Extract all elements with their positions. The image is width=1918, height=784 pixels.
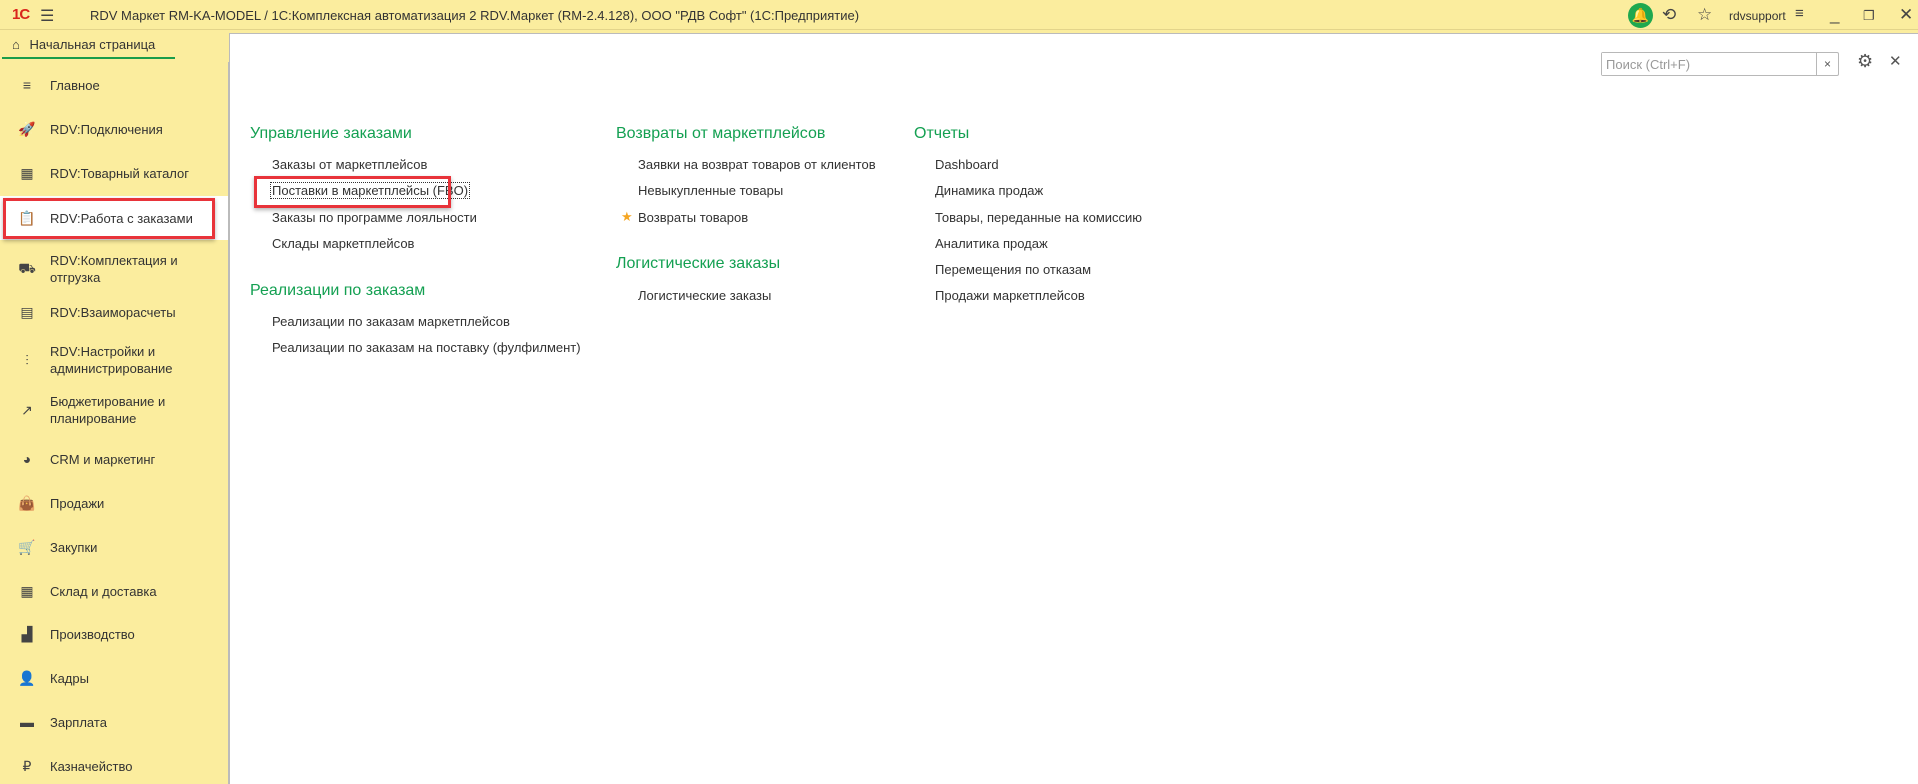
sidebar-item-main[interactable]: ≡ Главное: [0, 68, 228, 102]
gear-icon[interactable]: ⚙: [1857, 51, 1873, 72]
sidebar-item-connections[interactable]: 🚀 RDV:Подключения: [0, 112, 228, 146]
pie-chart-icon: ◕: [22, 451, 32, 467]
sidebar-item-salary[interactable]: ▬ Зарплата: [0, 705, 228, 739]
window-title: RDV Маркет RM-KA-MODEL / 1С:Комплексная …: [90, 8, 860, 23]
sidebar-item-crm[interactable]: ◕ CRM и маркетинг: [0, 442, 228, 476]
sidebar-item-hr[interactable]: 👤 Кадры: [0, 661, 228, 695]
tab-home-label: Начальная страница: [29, 37, 156, 52]
sidebar-item-picking[interactable]: ⛟ RDV:Комплектация и отгрузка: [0, 247, 228, 291]
sidebar-item-label: Зарплата: [50, 714, 107, 730]
section-title-logistics: Логистические заказы: [616, 255, 781, 272]
calculator-icon: ▤: [20, 303, 34, 320]
sidebar-item-label: Казначейство: [50, 758, 133, 774]
sidebar-item-catalog[interactable]: ▦ RDV:Товарный каталог: [0, 156, 228, 190]
link-dashboard[interactable]: Dashboard: [935, 157, 999, 172]
search-input[interactable]: [1602, 53, 1816, 75]
section-title-returns: Возвраты от маркетплейсов: [616, 125, 826, 142]
factory-icon: ▟: [21, 625, 33, 642]
card-icon: ▬: [20, 714, 34, 730]
sidebar-item-label: Производство: [50, 626, 135, 642]
history-icon[interactable]: ⟲: [1662, 5, 1676, 25]
link-marketplace-sales[interactable]: Продажи маркетплейсов: [935, 288, 1085, 303]
budget-chart-icon: ↗: [21, 401, 33, 418]
sidebar-item-budgeting[interactable]: ↗ Бюджетирование и планирование: [0, 388, 228, 432]
sidebar-item-production[interactable]: ▟ Производство: [0, 617, 228, 651]
sidebar-item-settlements[interactable]: ▤ RDV:Взаиморасчеты: [0, 295, 228, 329]
minimize-icon[interactable]: _: [1830, 5, 1839, 25]
hamburger-menu-icon[interactable]: ☰: [40, 6, 54, 26]
sidebar-item-label: RDV:Взаиморасчеты: [50, 304, 176, 320]
main-panel: × ⚙ ✕ Управление заказами Заказы от марк…: [229, 33, 1918, 784]
tab-row: ⌂ Начальная страница: [0, 31, 229, 61]
1c-logo: 1С: [12, 6, 30, 23]
link-sales-dynamics[interactable]: Динамика продаж: [935, 183, 1043, 198]
search-clear-button[interactable]: ×: [1816, 53, 1838, 75]
menu-lines-icon: ≡: [22, 77, 32, 93]
shopping-bag-icon: 👜: [18, 494, 36, 511]
sidebar: ≡ Главное 🚀 RDV:Подключения ▦ RDV:Товарный …: [0, 62, 229, 784]
sidebar-item-label: Кадры: [50, 670, 89, 686]
sidebar-item-label: Закупки: [50, 539, 98, 555]
link-goods-returns[interactable]: Возвраты товаров: [638, 210, 748, 225]
link-marketplace-warehouses[interactable]: Склады маркетплейсов: [272, 236, 414, 251]
rocket-icon: 🚀: [18, 120, 36, 137]
highlight-box: [254, 176, 451, 208]
sidebar-item-treasury[interactable]: ₽ Казначейство: [0, 749, 228, 783]
sliders-icon: ⫶: [25, 351, 29, 368]
menu-icon[interactable]: ≡: [1795, 5, 1804, 22]
home-icon: ⌂: [12, 37, 20, 52]
sidebar-item-label: RDV:Товарный каталог: [50, 165, 190, 181]
tab-home[interactable]: ⌂ Начальная страница: [2, 31, 175, 59]
link-sales-marketplace[interactable]: Реализации по заказам маркетплейсов: [272, 314, 510, 329]
sidebar-item-label: Склад и доставка: [50, 583, 157, 599]
sidebar-item-label: RDV:Настройки и администрирование: [50, 344, 173, 376]
grid-icon: ▦: [20, 164, 34, 181]
link-loyalty-orders[interactable]: Заказы по программе лояльности: [272, 210, 477, 225]
sidebar-item-purchases[interactable]: 🛒 Закупки: [0, 530, 228, 564]
sidebar-item-label: CRM и маркетинг: [50, 451, 156, 467]
title-bar: 1С ☰ RDV Маркет RM-KA-MODEL / 1С:Комплек…: [0, 0, 1918, 30]
link-unredeemed-goods[interactable]: Невыкупленные товары: [638, 183, 783, 198]
sidebar-item-label: Продажи: [50, 495, 105, 511]
ruble-icon: ₽: [22, 757, 32, 774]
link-sales-analytics[interactable]: Аналитика продаж: [935, 236, 1048, 251]
hand-truck-icon: ⛟: [18, 259, 36, 276]
sidebar-item-label: Главное: [50, 77, 100, 93]
sidebar-item-label: RDV:Комплектация и отгрузка: [50, 253, 178, 285]
sidebar-item-label: RDV:Подключения: [50, 121, 163, 137]
person-icon: 👤: [18, 669, 36, 686]
link-logistics-orders[interactable]: Логистические заказы: [638, 288, 771, 303]
sidebar-item-label: Бюджетирование и планирование: [50, 394, 166, 426]
favorite-star-icon[interactable]: ★: [621, 209, 633, 225]
section-title-sales: Реализации по заказам: [250, 282, 426, 299]
bell-icon[interactable]: 🔔: [1628, 3, 1653, 28]
cart-icon: 🛒: [18, 538, 36, 555]
link-refusal-transfers[interactable]: Перемещения по отказам: [935, 262, 1091, 277]
star-icon[interactable]: ☆: [1697, 5, 1712, 25]
link-sales-fulfillment[interactable]: Реализации по заказам на поставку (фулфи…: [272, 340, 581, 355]
sidebar-item-sales[interactable]: 👜 Продажи: [0, 486, 228, 520]
sidebar-item-settings[interactable]: ⫶ RDV:Настройки и администрирование: [0, 338, 228, 382]
section-title-reports: Отчеты: [914, 125, 970, 142]
restore-icon[interactable]: ❐: [1863, 8, 1875, 24]
user-name[interactable]: rdvsupport: [1729, 9, 1786, 23]
search-box: ×: [1601, 52, 1839, 76]
section-title-orders: Управление заказами: [250, 125, 412, 142]
sidebar-item-warehouse[interactable]: ▦ Склад и доставка: [0, 574, 228, 608]
link-return-requests[interactable]: Заявки на возврат товаров от клиентов: [638, 157, 876, 172]
highlight-box: [3, 198, 215, 239]
close-icon[interactable]: ✕: [1889, 52, 1902, 70]
close-icon[interactable]: ✕: [1899, 5, 1913, 25]
warehouse-icon: ▦: [20, 582, 34, 599]
link-marketplace-orders[interactable]: Заказы от маркетплейсов: [272, 157, 427, 172]
link-commission-goods[interactable]: Товары, переданные на комиссию: [935, 210, 1142, 225]
